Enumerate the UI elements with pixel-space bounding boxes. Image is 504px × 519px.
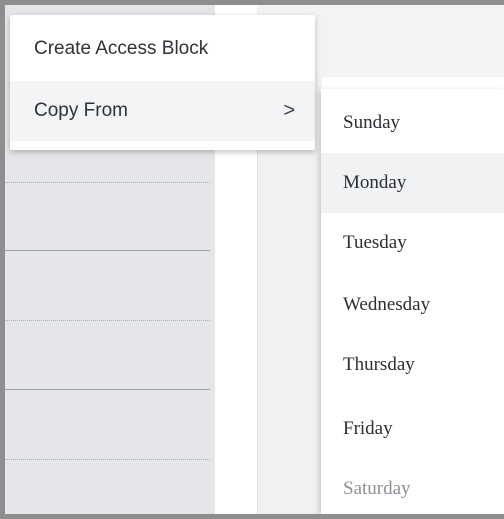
submenu-item-saturday: Saturday xyxy=(321,459,504,514)
submenu-item-thursday[interactable]: Thursday xyxy=(321,335,504,395)
submenu-item-label: Wednesday xyxy=(343,294,431,315)
menu-item-create-access-block[interactable]: Create Access Block xyxy=(10,19,315,79)
menu-item-label: Copy From xyxy=(34,100,128,121)
submenu-item-monday[interactable]: Monday xyxy=(321,153,504,213)
submenu-item-label: Saturday xyxy=(343,478,411,499)
context-menu: Create Access Block Copy From > xyxy=(10,15,315,150)
submenu-item-wednesday[interactable]: Wednesday xyxy=(321,275,504,335)
grid-divider-dotted xyxy=(5,320,210,321)
submenu-item-label: Friday xyxy=(343,418,393,439)
grid-divider-dotted xyxy=(5,182,210,183)
submenu-item-friday[interactable]: Friday xyxy=(321,399,504,459)
submenu-item-tuesday[interactable]: Tuesday xyxy=(321,213,504,273)
copy-from-submenu: Sunday Monday Tuesday Wednesday Thursday… xyxy=(321,89,504,514)
grid-divider-solid xyxy=(5,389,210,390)
submenu-item-sunday[interactable]: Sunday xyxy=(321,93,504,153)
chevron-right-icon: > xyxy=(283,99,295,122)
grid-divider-solid xyxy=(5,250,210,251)
submenu-item-label: Tuesday xyxy=(343,232,407,253)
submenu-item-label: Sunday xyxy=(343,112,400,133)
screenshot-frame: Create Access Block Copy From > Sunday M… xyxy=(5,5,504,514)
submenu-item-label: Monday xyxy=(343,172,407,193)
menu-item-label: Create Access Block xyxy=(34,38,209,59)
menu-item-copy-from[interactable]: Copy From > xyxy=(10,81,315,141)
grid-divider-dotted xyxy=(5,459,210,460)
submenu-item-label: Thursday xyxy=(343,354,415,375)
